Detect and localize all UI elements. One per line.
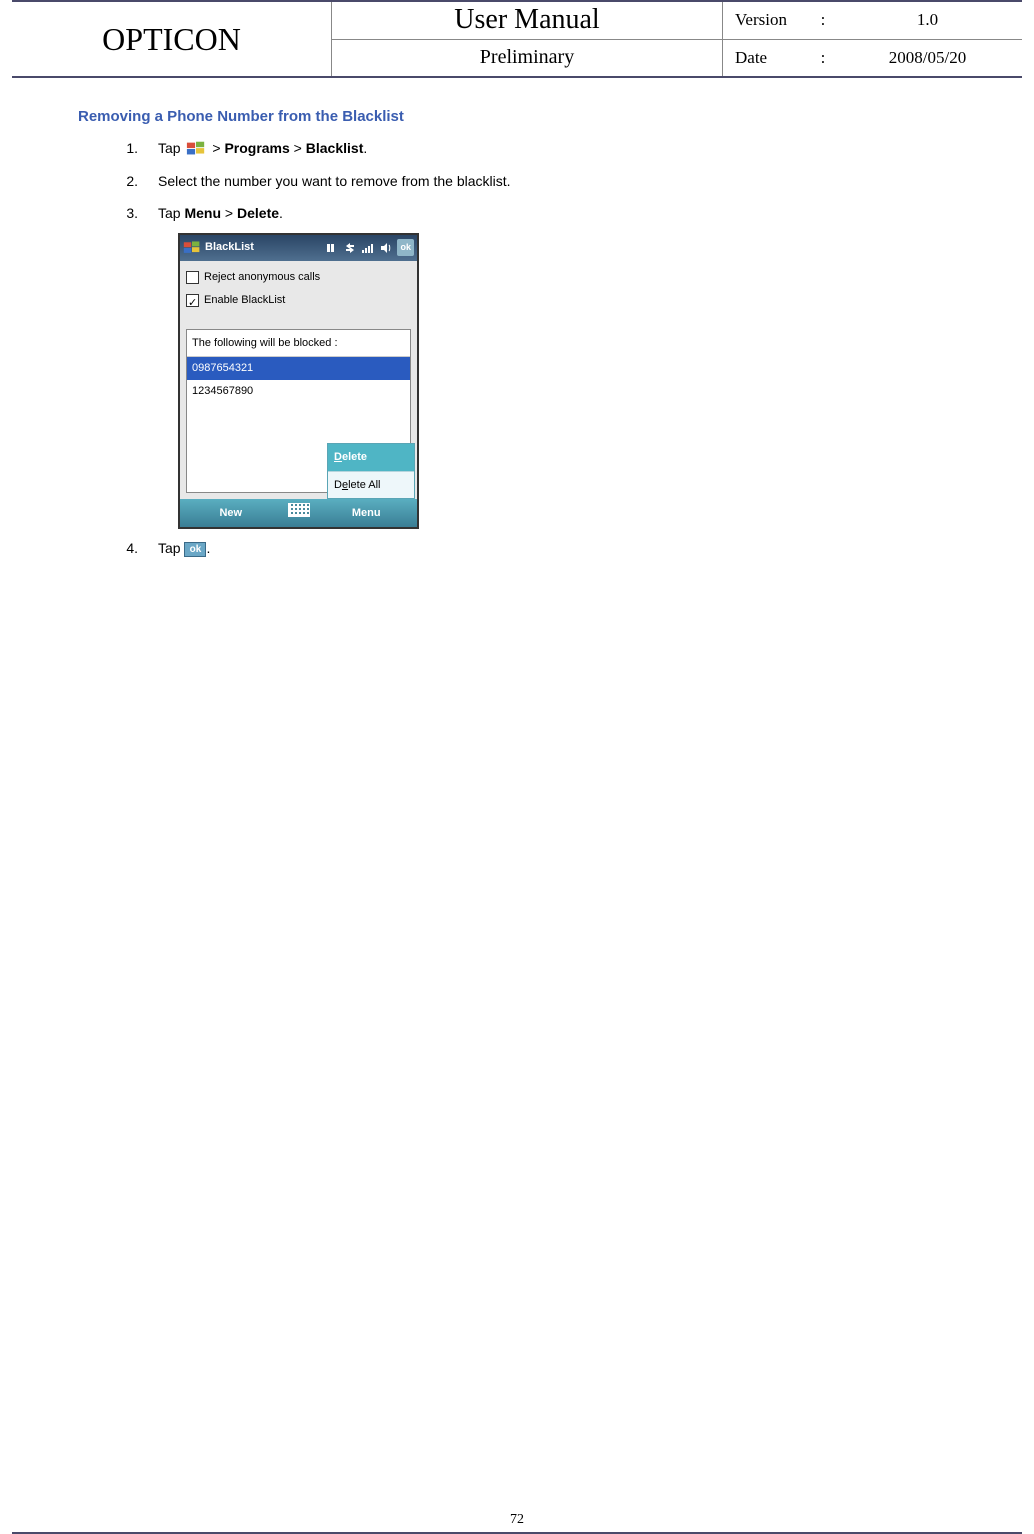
version-label: Version	[723, 10, 813, 30]
doc-title: User Manual	[332, 2, 722, 40]
step-3: 3. Tap Menu > Delete.	[122, 200, 956, 227]
text: .	[206, 540, 210, 556]
blocked-number-item[interactable]: 0987654321	[187, 357, 410, 380]
step-4: 4. Tap ok.	[122, 535, 956, 562]
keyboard-icon	[288, 503, 310, 517]
titlebar-ok-button[interactable]: ok	[397, 239, 414, 256]
ok-button-icon: ok	[184, 542, 206, 557]
menu-label: Menu	[184, 205, 221, 221]
underline-d: D	[334, 451, 342, 463]
text: lete All	[348, 479, 380, 491]
reject-anonymous-row: Reject anonymous calls	[186, 267, 411, 288]
page-content: Removing a Phone Number from the Blackli…	[0, 78, 1034, 562]
step-number: 1.	[122, 135, 158, 162]
date-label: Date	[723, 48, 813, 68]
step-text: Tap > Programs > Blacklist.	[158, 135, 956, 162]
programs-label: Programs	[224, 140, 289, 156]
text: .	[363, 140, 367, 156]
text: Tap	[158, 140, 184, 156]
enable-blacklist-row: Enable BlackList	[186, 290, 411, 311]
keyboard-button[interactable]	[282, 503, 316, 525]
popup-delete-all[interactable]: Delete All	[328, 472, 414, 499]
section-heading: Removing a Phone Number from the Blackli…	[78, 108, 956, 125]
text: .	[279, 205, 283, 221]
blacklist-label: Blacklist	[306, 140, 364, 156]
version-row: Version : 1.0	[723, 2, 1022, 40]
step-text: Tap ok.	[158, 535, 956, 562]
speaker-icon[interactable]	[379, 241, 393, 255]
text: >	[290, 140, 306, 156]
colon: :	[813, 48, 833, 68]
enable-blacklist-label: Enable BlackList	[204, 290, 285, 311]
text: Tap	[158, 540, 184, 556]
window-title: BlackList	[205, 237, 254, 258]
text: >	[221, 205, 237, 221]
windows-flag-icon	[186, 140, 206, 158]
date-row: Date : 2008/05/20	[723, 40, 1022, 77]
reject-anonymous-label: Reject anonymous calls	[204, 267, 320, 288]
step-text: Tap Menu > Delete.	[158, 200, 956, 227]
start-flag-icon[interactable]	[183, 239, 201, 257]
page-number: 72	[0, 1512, 1034, 1528]
step-number: 2.	[122, 168, 158, 195]
text: Tap	[158, 205, 184, 221]
step-text: Select the number you want to remove fro…	[158, 168, 956, 195]
document-header: OPTICON User Manual Preliminary Version …	[12, 0, 1022, 78]
header-meta: Version : 1.0 Date : 2008/05/20	[722, 2, 1022, 76]
step-number: 3.	[122, 200, 158, 227]
connection-icon[interactable]	[325, 241, 339, 255]
blocked-header: The following will be blocked :	[187, 330, 410, 358]
blocked-number-item[interactable]: 1234567890	[187, 380, 410, 403]
phone-screenshot: BlackList ok Reject anonymous calls	[178, 233, 419, 530]
signal-icon[interactable]	[361, 241, 375, 255]
reject-anonymous-checkbox[interactable]	[186, 271, 199, 284]
date-value: 2008/05/20	[833, 48, 1022, 68]
softkey-new[interactable]: New	[180, 503, 282, 524]
step-2: 2. Select the number you want to remove …	[122, 168, 956, 195]
phone-bottombar: New Menu	[180, 499, 417, 527]
sync-icon[interactable]	[343, 241, 357, 255]
softkey-menu[interactable]: Menu	[316, 503, 418, 524]
doc-subtitle: Preliminary	[332, 40, 722, 77]
version-value: 1.0	[833, 10, 1022, 30]
delete-label: Delete	[237, 205, 279, 221]
phone-titlebar: BlackList ok	[180, 235, 417, 261]
popup-delete-text: elete	[342, 451, 367, 463]
text: >	[208, 140, 224, 156]
step-list: 1. Tap > Programs > Blacklist. 2. Select…	[122, 135, 956, 562]
step-number: 4.	[122, 535, 158, 562]
header-middle: User Manual Preliminary	[332, 2, 722, 76]
titlebar-icons: ok	[325, 239, 414, 256]
menu-popup: Delete Delete All	[327, 443, 415, 500]
enable-blacklist-checkbox[interactable]	[186, 294, 199, 307]
brand-name: OPTICON	[12, 2, 332, 76]
text: D	[334, 479, 342, 491]
popup-delete[interactable]: Delete	[328, 444, 414, 472]
step-1: 1. Tap > Programs > Blacklist.	[122, 135, 956, 162]
colon: :	[813, 10, 833, 30]
